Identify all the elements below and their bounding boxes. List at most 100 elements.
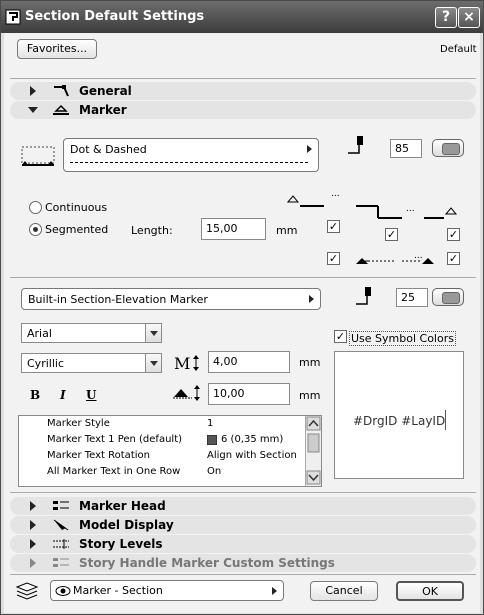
ellipsis: ... bbox=[406, 204, 415, 214]
continuous-radio[interactable] bbox=[29, 201, 42, 214]
marker-pen-toggle[interactable] bbox=[432, 288, 464, 306]
ellipsis: ... bbox=[331, 189, 340, 199]
property-value: Align with Section bbox=[207, 450, 297, 461]
line-type-value: Dot & Dashed bbox=[70, 143, 147, 156]
popup-arrow-icon bbox=[307, 145, 312, 153]
list-scrollbar[interactable] bbox=[305, 416, 321, 486]
section-label: Marker Head bbox=[79, 499, 166, 513]
segmented-label: Segmented bbox=[45, 223, 109, 236]
expand-arrow-icon[interactable] bbox=[30, 520, 36, 530]
scrollbar-arrows-icon bbox=[306, 416, 321, 485]
layers-icon bbox=[15, 582, 39, 600]
text-cursor bbox=[445, 410, 446, 430]
divider bbox=[10, 78, 476, 79]
pen-color-swatch bbox=[207, 435, 217, 445]
cancel-button[interactable]: Cancel bbox=[310, 581, 378, 601]
divider bbox=[10, 277, 476, 278]
layer-popup[interactable]: Marker - Section bbox=[50, 580, 284, 601]
story-handle-icon bbox=[53, 558, 69, 567]
font-size-icon: M bbox=[174, 354, 199, 373]
font-size-field[interactable]: 4,00 bbox=[208, 351, 290, 373]
marker-icon bbox=[53, 104, 69, 115]
segment-checkbox-2[interactable]: ✓ bbox=[385, 228, 398, 241]
model-display-icon bbox=[53, 519, 69, 531]
section-label: Story Handle Marker Custom Settings bbox=[79, 556, 335, 570]
ellipsis: ... bbox=[414, 251, 423, 261]
section-label: Marker bbox=[79, 103, 127, 117]
section-marker[interactable]: Marker bbox=[10, 101, 476, 119]
length-field[interactable]: 15,00 bbox=[201, 218, 266, 240]
property-value: 6 (0,35 mm) bbox=[221, 434, 284, 445]
property-key: Marker Style bbox=[47, 418, 110, 429]
segment-diagram bbox=[286, 195, 458, 264]
length-label: Length: bbox=[131, 224, 173, 237]
italic-button[interactable]: I bbox=[60, 388, 66, 402]
expand-arrow-icon[interactable] bbox=[30, 539, 36, 549]
marker-property-list[interactable]: Marker Style 1 Marker Text 1 Pen (defaul… bbox=[18, 415, 322, 487]
property-key: Marker Text Rotation bbox=[47, 450, 150, 461]
close-button[interactable]: × bbox=[458, 7, 480, 28]
text-offset-field[interactable]: 10,00 bbox=[208, 383, 290, 405]
divider bbox=[10, 574, 476, 575]
section-default-settings-dialog: Section Default Settings ? × Favorites..… bbox=[0, 0, 484, 615]
ok-button[interactable]: OK bbox=[396, 581, 464, 601]
title-bar[interactable]: Section Default Settings ? × bbox=[1, 1, 483, 33]
line-type-icon bbox=[21, 146, 55, 166]
section-story-handle[interactable]: Story Handle Marker Custom Settings bbox=[10, 554, 476, 572]
marker-pen-icon bbox=[356, 287, 371, 305]
help-button[interactable]: ? bbox=[435, 7, 457, 28]
font-size-unit: mm bbox=[299, 356, 321, 369]
eye-icon bbox=[55, 586, 71, 596]
section-general[interactable]: General bbox=[10, 82, 476, 100]
list-item[interactable]: All Marker Text in One Row On bbox=[19, 464, 305, 480]
default-label: Default bbox=[440, 44, 477, 55]
segment-checkbox-3[interactable]: ✓ bbox=[447, 228, 460, 241]
section-story-levels[interactable]: Story Levels bbox=[10, 535, 476, 553]
dialog-title: Section Default Settings bbox=[25, 9, 205, 24]
marker-head-icon bbox=[53, 501, 69, 510]
expand-arrow-icon[interactable] bbox=[30, 558, 36, 568]
script-select[interactable]: Cyrillic bbox=[21, 353, 162, 373]
marker-pen-field[interactable]: 25 bbox=[396, 288, 428, 307]
section-model-display[interactable]: Model Display bbox=[10, 516, 476, 534]
section-marker-head[interactable]: Marker Head bbox=[10, 497, 476, 515]
segmented-radio[interactable] bbox=[29, 223, 42, 236]
chevron-down-icon bbox=[145, 324, 161, 342]
story-levels-icon bbox=[53, 539, 69, 549]
line-pattern-preview bbox=[70, 162, 308, 163]
pen-number-field[interactable]: 85 bbox=[390, 139, 422, 158]
preview-text: #DrgID #LayID bbox=[353, 414, 446, 428]
divider bbox=[10, 492, 476, 493]
font-value: Arial bbox=[27, 327, 52, 340]
section-label: Model Display bbox=[79, 518, 174, 532]
expand-arrow-icon[interactable] bbox=[30, 86, 36, 96]
expand-arrow-icon[interactable] bbox=[30, 501, 36, 511]
section-label: General bbox=[79, 84, 132, 98]
continuous-label: Continuous bbox=[45, 201, 108, 214]
list-item[interactable]: Marker Text 1 Pen (default) 6 (0,35 mm) bbox=[19, 432, 305, 448]
svg-text:M: M bbox=[174, 354, 190, 373]
bold-button[interactable]: B bbox=[30, 388, 40, 402]
underline-button[interactable]: U bbox=[86, 388, 96, 402]
segment-checkbox-4[interactable]: ✓ bbox=[327, 252, 340, 265]
favorites-button[interactable]: Favorites... bbox=[17, 39, 97, 59]
text-offset-icon bbox=[173, 385, 200, 401]
segment-checkbox-1[interactable]: ✓ bbox=[327, 220, 340, 233]
dialog-body: Favorites... Default General Marker Dot … bbox=[4, 33, 480, 613]
text-offset-unit: mm bbox=[299, 389, 321, 402]
section-label: Story Levels bbox=[79, 537, 163, 551]
marker-type-value: Built-in Section-Elevation Marker bbox=[28, 293, 208, 306]
line-type-popup[interactable]: Dot & Dashed bbox=[63, 138, 319, 172]
list-item[interactable]: Marker Style 1 bbox=[19, 416, 305, 432]
marker-type-popup[interactable]: Built-in Section-Elevation Marker bbox=[21, 288, 321, 310]
use-symbol-colors-checkbox[interactable]: ✓ bbox=[334, 330, 347, 343]
use-symbol-colors-label: Use Symbol Colors bbox=[349, 331, 456, 346]
list-item[interactable]: Marker Text Rotation Align with Section bbox=[19, 448, 305, 464]
segment-checkbox-5[interactable]: ✓ bbox=[447, 252, 460, 265]
font-select[interactable]: Arial bbox=[21, 323, 162, 343]
script-value: Cyrillic bbox=[27, 357, 64, 370]
chevron-down-icon bbox=[145, 354, 161, 372]
layer-value: Marker - Section bbox=[73, 584, 163, 597]
collapse-arrow-icon[interactable] bbox=[28, 107, 38, 113]
pen-toggle[interactable] bbox=[432, 139, 464, 157]
